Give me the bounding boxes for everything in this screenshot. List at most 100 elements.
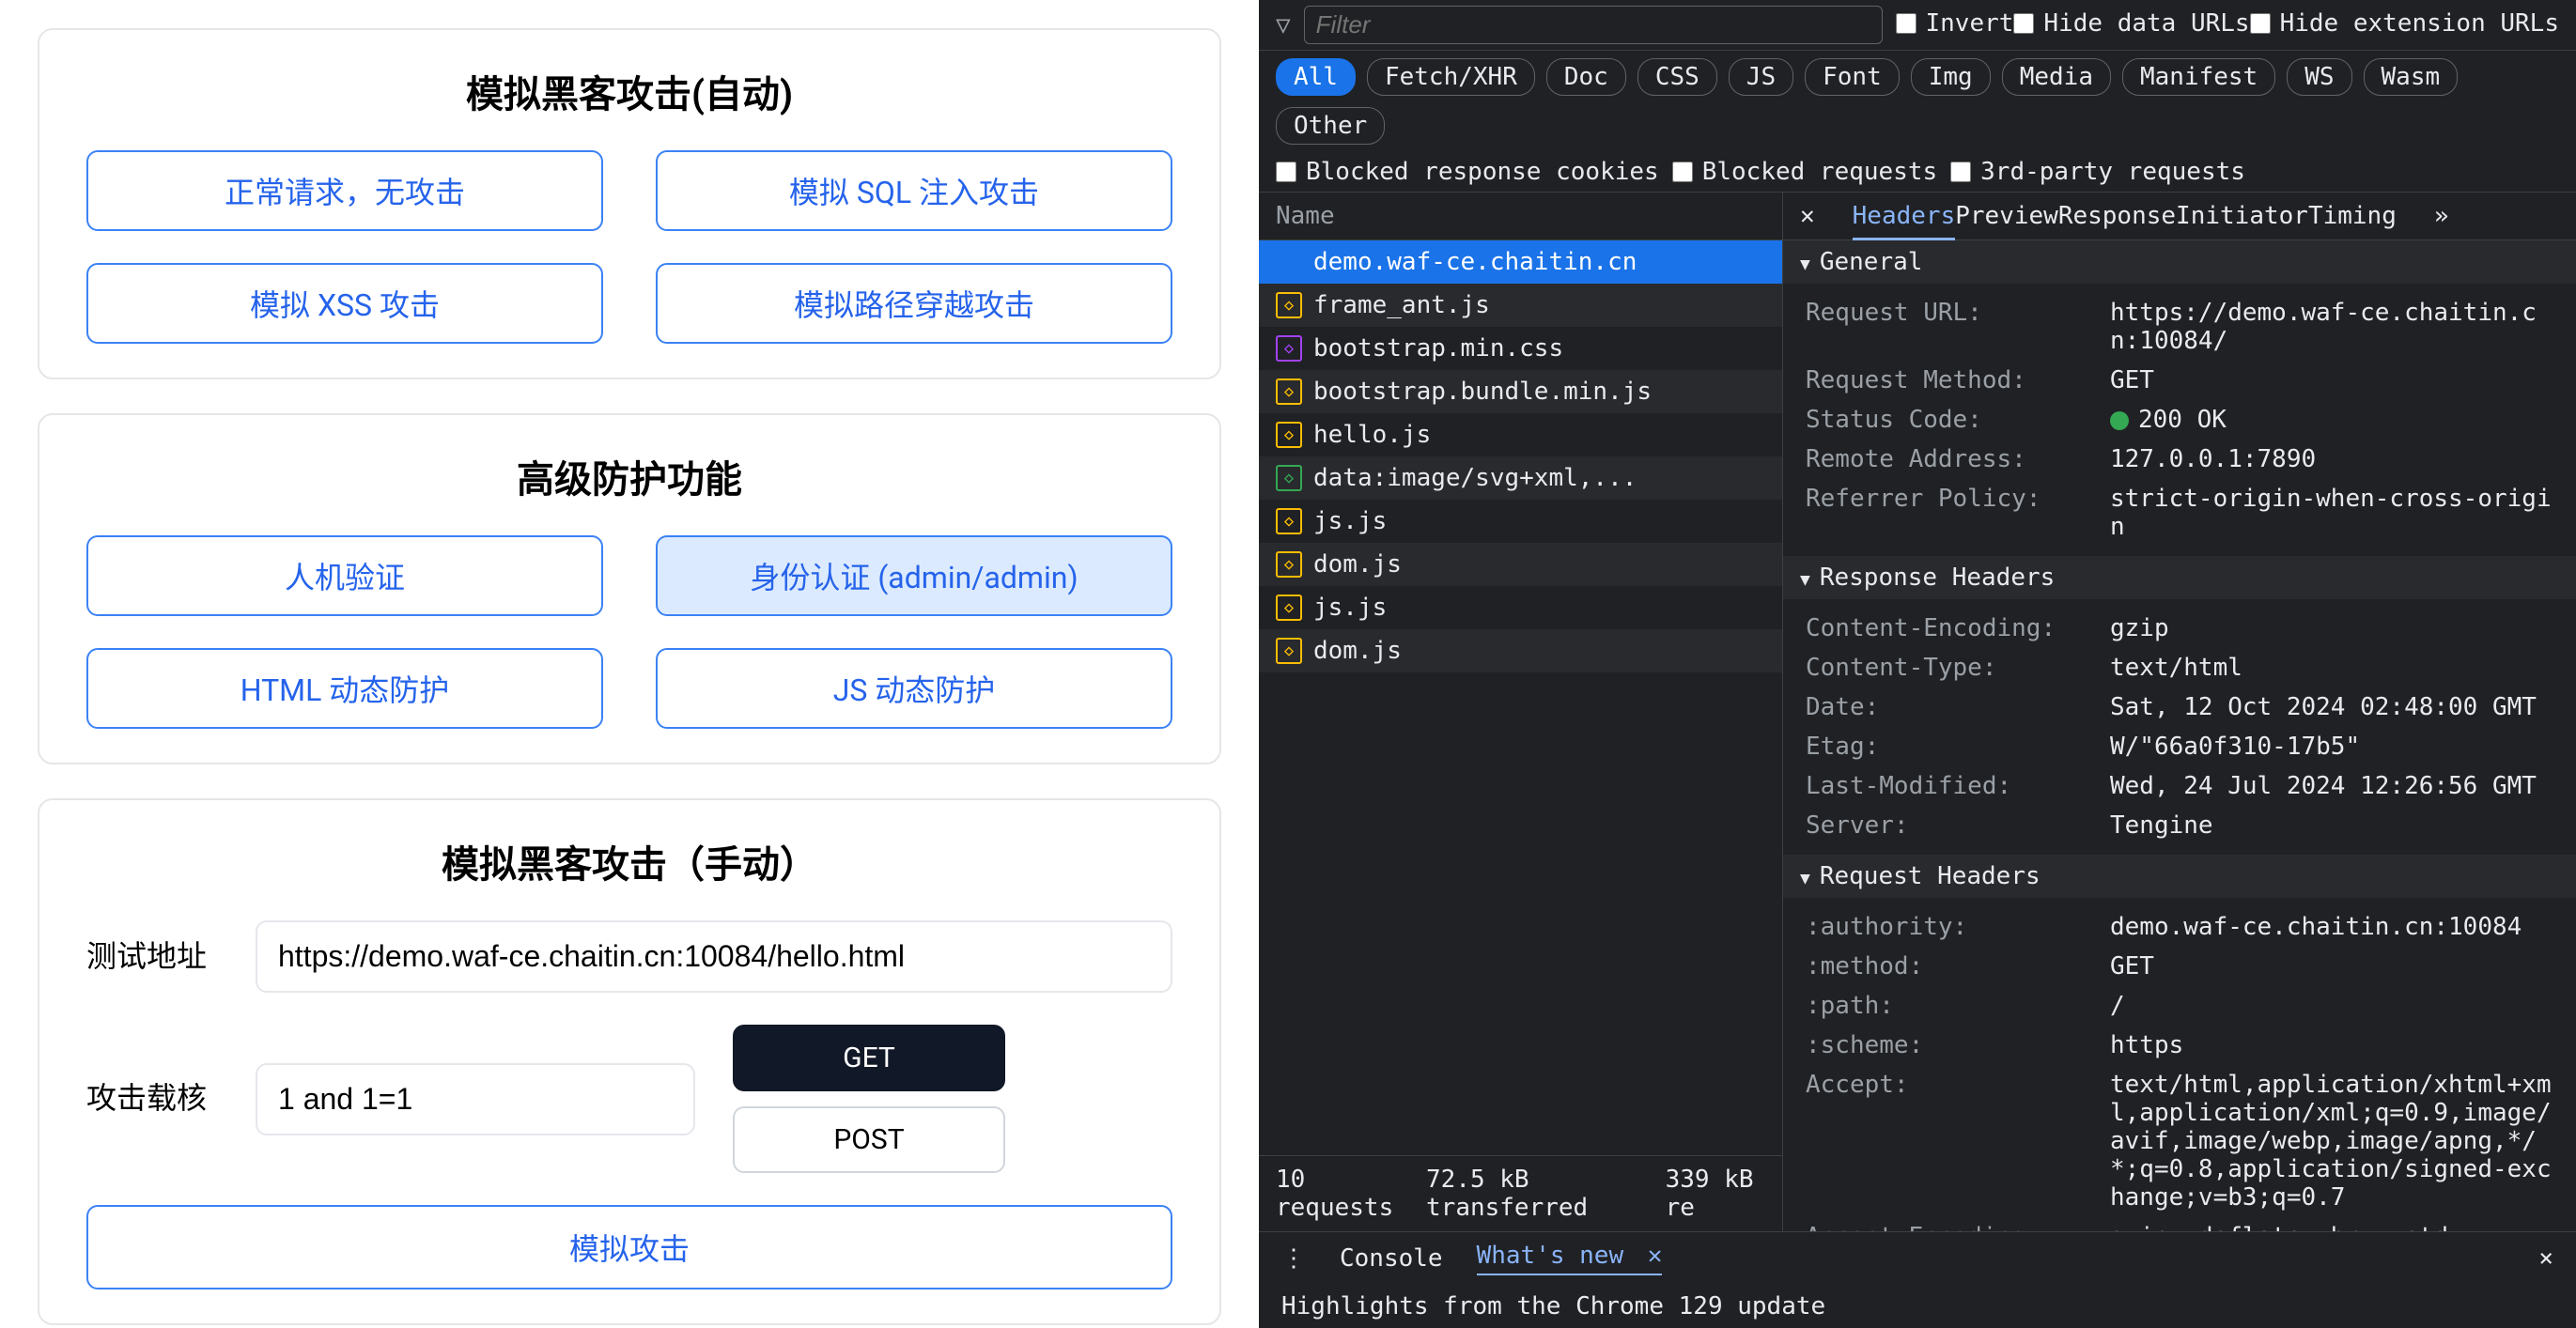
type-chip-fetch/xhr[interactable]: Fetch/XHR bbox=[1367, 58, 1535, 96]
header-row: Request Method:GET bbox=[1783, 361, 2576, 400]
type-chip-js[interactable]: JS bbox=[1729, 58, 1793, 96]
header-row: :path:/ bbox=[1783, 986, 2576, 1026]
normal-request-button[interactable]: 正常请求，无攻击 bbox=[86, 150, 603, 231]
js-protect-button[interactable]: JS 动态防护 bbox=[656, 648, 1172, 729]
file-type-icon: ◇ bbox=[1276, 249, 1302, 275]
request-name: js.js bbox=[1313, 507, 1387, 535]
simulate-attack-button[interactable]: 模拟攻击 bbox=[86, 1205, 1172, 1289]
type-chip-font[interactable]: Font bbox=[1805, 58, 1900, 96]
detail-tab-timing[interactable]: Timing bbox=[2308, 202, 2397, 238]
advanced-protection-title: 高级防护功能 bbox=[86, 449, 1172, 503]
header-row: Content-Encoding:gzip bbox=[1783, 609, 2576, 648]
file-type-icon: ◇ bbox=[1276, 508, 1302, 534]
extra-filters-row: Blocked response cookies Blocked request… bbox=[1259, 152, 2576, 192]
filter-input[interactable] bbox=[1304, 6, 1883, 44]
section-header-response[interactable]: Response Headers bbox=[1783, 556, 2576, 599]
html-protect-button[interactable]: HTML 动态防护 bbox=[86, 648, 603, 729]
detail-tab-response[interactable]: Response bbox=[2058, 202, 2176, 238]
close-drawer-button[interactable]: × bbox=[2538, 1244, 2553, 1273]
file-type-icon: ◇ bbox=[1276, 292, 1302, 318]
captcha-button[interactable]: 人机验证 bbox=[86, 535, 603, 616]
type-chip-other[interactable]: Other bbox=[1276, 107, 1385, 145]
filter-checkbox[interactable]: 3rd-party requests bbox=[1950, 158, 2245, 186]
get-method-button[interactable]: GET bbox=[733, 1025, 1005, 1091]
request-name: bootstrap.bundle.min.js bbox=[1313, 378, 1652, 406]
type-chip-img[interactable]: Img bbox=[1911, 58, 1991, 96]
auth-button[interactable]: 身份认证 (admin/admin) bbox=[656, 535, 1172, 616]
type-chip-all[interactable]: All bbox=[1276, 58, 1356, 96]
header-row: Last-Modified:Wed, 24 Jul 2024 12:26:56 … bbox=[1783, 766, 2576, 806]
header-row: Status Code:200 OK bbox=[1783, 400, 2576, 440]
header-row: :scheme:https bbox=[1783, 1026, 2576, 1065]
drawer-menu-icon[interactable]: ⋮ bbox=[1281, 1244, 1306, 1273]
console-tab[interactable]: Console bbox=[1340, 1244, 1443, 1273]
filter-checkbox[interactable]: Invert bbox=[1896, 9, 2014, 38]
network-request-row[interactable]: ◇ dom.js bbox=[1259, 543, 1782, 586]
path-traversal-button[interactable]: 模拟路径穿越攻击 bbox=[656, 263, 1172, 344]
url-label: 测试地址 bbox=[86, 937, 218, 977]
network-request-row[interactable]: ◇ frame_ant.js bbox=[1259, 284, 1782, 327]
detail-tab-preview[interactable]: Preview bbox=[1955, 202, 2058, 238]
auto-attack-card: 模拟黑客攻击(自动) 正常请求，无攻击 模拟 SQL 注入攻击 模拟 XSS 攻… bbox=[38, 28, 1221, 379]
request-name: data:image/svg+xml,... bbox=[1313, 464, 1637, 492]
close-detail-button[interactable]: ✕ bbox=[1800, 202, 1815, 230]
section-header-general[interactable]: General bbox=[1783, 240, 2576, 284]
network-request-row[interactable]: ◇ hello.js bbox=[1259, 413, 1782, 456]
filter-checkbox[interactable]: Hide data URLs bbox=[2013, 9, 2249, 38]
network-request-row[interactable]: ◇ bootstrap.min.css bbox=[1259, 327, 1782, 370]
overflow-icon[interactable]: » bbox=[2434, 202, 2449, 230]
type-chip-manifest[interactable]: Manifest bbox=[2122, 58, 2275, 96]
whats-new-tab[interactable]: What's new ✕ bbox=[1477, 1242, 1663, 1275]
network-request-row[interactable]: ◇ dom.js bbox=[1259, 629, 1782, 672]
file-type-icon: ◇ bbox=[1276, 378, 1302, 405]
header-row: Content-Type:text/html bbox=[1783, 648, 2576, 687]
sql-injection-button[interactable]: 模拟 SQL 注入攻击 bbox=[656, 150, 1172, 231]
type-filter-chips: All Fetch/XHR Doc CSS JS Font Img Media Manifest… bbox=[1259, 51, 2576, 152]
type-chip-css[interactable]: CSS bbox=[1637, 58, 1717, 96]
type-chip-wasm[interactable]: Wasm bbox=[2364, 58, 2459, 96]
request-name: dom.js bbox=[1313, 550, 1402, 579]
header-row: Accept:text/html,application/xhtml+xml,a… bbox=[1783, 1065, 2576, 1217]
chevron-down-icon bbox=[1800, 248, 1810, 276]
request-name: frame_ant.js bbox=[1313, 291, 1490, 319]
chevron-down-icon bbox=[1800, 564, 1810, 592]
file-type-icon: ◇ bbox=[1276, 422, 1302, 448]
payload-input[interactable] bbox=[256, 1063, 695, 1135]
name-column-header[interactable]: Name bbox=[1259, 193, 1782, 240]
header-row: :method:GET bbox=[1783, 947, 2576, 986]
whats-new-highlights: Highlights from the Chrome 129 update bbox=[1259, 1285, 2576, 1328]
network-request-row[interactable]: ◇ js.js bbox=[1259, 500, 1782, 543]
request-detail: ✕ HeadersPreviewResponseInitiatorTiming … bbox=[1783, 193, 2576, 1231]
file-type-icon: ◇ bbox=[1276, 551, 1302, 578]
request-name: bootstrap.min.css bbox=[1313, 334, 1563, 363]
file-type-icon: ◇ bbox=[1276, 465, 1302, 491]
type-chip-ws[interactable]: WS bbox=[2287, 58, 2351, 96]
header-row: Accept-Encoding:gzip, deflate, br, zstd bbox=[1783, 1217, 2576, 1231]
type-chip-doc[interactable]: Doc bbox=[1546, 58, 1626, 96]
network-request-row[interactable]: ◇ data:image/svg+xml,... bbox=[1259, 456, 1782, 500]
request-name: hello.js bbox=[1313, 421, 1431, 449]
request-name: dom.js bbox=[1313, 637, 1402, 665]
network-request-row[interactable]: ◇ bootstrap.bundle.min.js bbox=[1259, 370, 1782, 413]
detail-tab-initiator[interactable]: Initiator bbox=[2176, 202, 2308, 238]
network-request-row[interactable]: ◇demo.waf-ce.chaitin.cn bbox=[1259, 240, 1782, 284]
section-header-request[interactable]: Request Headers bbox=[1783, 855, 2576, 898]
type-chip-media[interactable]: Media bbox=[2002, 58, 2111, 96]
url-input[interactable] bbox=[256, 920, 1172, 993]
filter-checkbox[interactable]: Hide extension URLs bbox=[2250, 9, 2559, 38]
network-list: Name ◇demo.waf-ce.chaitin.cn◇frame_ant.j… bbox=[1259, 193, 1783, 1231]
post-method-button[interactable]: POST bbox=[733, 1106, 1005, 1173]
manual-attack-title: 模拟黑客攻击（手动） bbox=[86, 834, 1172, 888]
network-summary: 10 requests72.5 kB transferred339 kB re bbox=[1259, 1155, 1782, 1231]
xss-attack-button[interactable]: 模拟 XSS 攻击 bbox=[86, 263, 603, 344]
network-request-row[interactable]: ◇js.js bbox=[1259, 586, 1782, 629]
close-tab-icon[interactable]: ✕ bbox=[1648, 1242, 1663, 1270]
file-type-icon: ◇ bbox=[1276, 638, 1302, 664]
file-type-icon: ◇ bbox=[1276, 335, 1302, 362]
status-dot-icon bbox=[2110, 411, 2129, 430]
filter-checkbox[interactable]: Blocked response cookies bbox=[1276, 158, 1659, 186]
header-row: Referrer Policy:strict-origin-when-cross… bbox=[1783, 479, 2576, 547]
header-row: Remote Address:127.0.0.1:7890 bbox=[1783, 440, 2576, 479]
filter-checkbox[interactable]: Blocked requests bbox=[1672, 158, 1937, 186]
detail-tab-headers[interactable]: Headers bbox=[1853, 202, 1956, 240]
